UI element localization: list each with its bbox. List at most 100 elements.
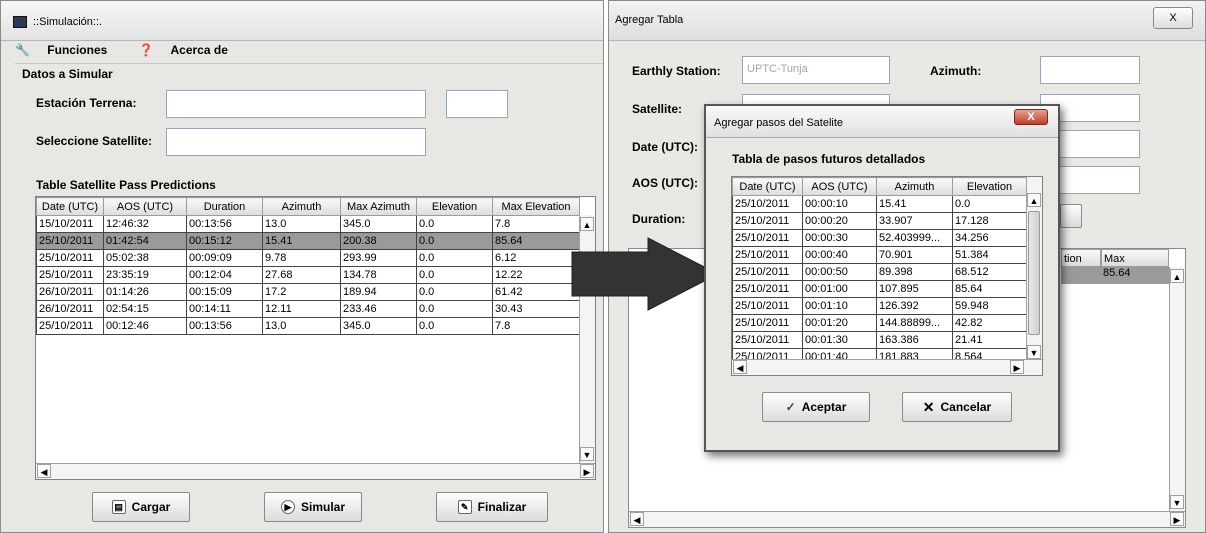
satellite-label: Seleccione Satellite:: [36, 134, 153, 148]
table-row[interactable]: 26/10/2011 01:14:26 00:15:09 17.2 189.94 0.0 6…: [36, 283, 580, 301]
station-code-field[interactable]: [446, 90, 508, 118]
column-header[interactable]: Elevation: [416, 197, 493, 216]
column-header[interactable]: AOS (UTC): [103, 197, 187, 216]
column-header[interactable]: Date (UTC): [732, 177, 803, 196]
table-cell: 15.41: [262, 232, 341, 250]
side-button[interactable]: [1060, 204, 1082, 228]
table-cell: 9.78: [262, 249, 341, 267]
satellite-label-right: Satellite:: [632, 102, 683, 116]
scroll-right-icon[interactable]: ▶: [580, 464, 594, 478]
table-cell: 12.22: [492, 266, 580, 284]
table-row[interactable]: 26/10/2011 02:54:15 00:14:11 12.11 233.46 0.0…: [36, 300, 580, 318]
table-row[interactable]: 25/10/2011 00:01:10 126.392 59.948: [732, 297, 1027, 315]
scroll-left-icon[interactable]: ◀: [630, 512, 644, 526]
table-cell: 00:14:11: [186, 300, 263, 318]
simular-button[interactable]: ▶ Simular: [264, 492, 362, 522]
table-cell: 00:15:09: [186, 283, 263, 301]
table-cell: 61.42: [492, 283, 580, 301]
column-header[interactable]: Duration: [186, 197, 263, 216]
scroll-left-icon[interactable]: ◀: [733, 360, 747, 374]
column-header[interactable]: Azimuth: [876, 177, 953, 196]
close-icon[interactable]: X: [1014, 109, 1048, 125]
horizontal-scrollbar[interactable]: ◀ ▶: [629, 511, 1185, 527]
aceptar-button[interactable]: ✓ Aceptar: [762, 392, 870, 422]
table-row[interactable]: 25/10/2011 23:35:19 00:12:04 27.68 134.78 0.0…: [36, 266, 580, 284]
table-cell: 0.0: [416, 215, 493, 233]
horizontal-scrollbar[interactable]: ◀ ▶: [732, 359, 1042, 375]
table-cell: 0.0: [416, 283, 493, 301]
pass-predictions-table[interactable]: Date (UTC) AOS (UTC) Duration Azimuth Max Az…: [35, 196, 596, 480]
scroll-up-icon[interactable]: ▲: [1027, 193, 1041, 207]
table-row[interactable]: 25/10/2011 00:00:10 15.41 0.0: [732, 195, 1027, 213]
table-cell: 189.94: [340, 283, 417, 301]
play-icon: ▶: [280, 500, 295, 514]
table-cell: 00:00:30: [802, 229, 877, 247]
flow-arrow-icon: [571, 237, 720, 311]
table-cell: 05:02:38: [103, 249, 187, 267]
satellite-field[interactable]: [166, 128, 426, 156]
table-cell: 85.64: [952, 280, 1027, 298]
vertical-scrollbar[interactable]: ▲ ▼: [1169, 267, 1185, 511]
earthly-station-field[interactable]: UPTC-Tunja: [742, 56, 890, 84]
scroll-left-icon[interactable]: ◀: [37, 464, 51, 478]
date-label: Date (UTC):: [632, 140, 698, 154]
table-cell: 7.8: [492, 215, 580, 233]
table-cell: 42.82: [952, 314, 1027, 332]
table-cell: 68.512: [952, 263, 1027, 281]
table-row[interactable]: 25/10/2011 00:00:20 33.907 17.128: [732, 212, 1027, 230]
column-header[interactable]: Elevation: [952, 177, 1027, 196]
finalizar-button[interactable]: ✎ Finalizar: [436, 492, 548, 522]
column-header[interactable]: AOS (UTC): [802, 177, 877, 196]
cross-icon: ✕: [922, 398, 935, 415]
cancelar-button[interactable]: ✕ Cancelar: [902, 392, 1012, 422]
table-row[interactable]: 25/10/2011 00:00:50 89.398 68.512: [732, 263, 1027, 281]
scroll-up-icon[interactable]: ▲: [1170, 269, 1184, 283]
column-header[interactable]: Azimuth: [262, 197, 341, 216]
table-row[interactable]: 15/10/2011 12:46:32 00:13:56 13.0 345.0 0.0 7.…: [36, 215, 580, 233]
table-cell: 00:09:09: [186, 249, 263, 267]
vertical-scrollbar[interactable]: ▲ ▼: [1026, 177, 1042, 361]
table-row[interactable]: 25/10/2011 05:02:38 00:09:09 9.78 293.99 0.0 6…: [36, 249, 580, 267]
scroll-down-icon[interactable]: ▼: [1027, 345, 1041, 359]
cargar-button[interactable]: ▤ Cargar: [92, 492, 190, 522]
table-row[interactable]: 25/10/2011 01:42:54 00:15:12 15.41 200.38 0.0…: [36, 232, 580, 250]
table-cell: 0.0: [952, 195, 1027, 213]
table-row[interactable]: 25/10/2011 00:01:20 144.88899... 42.82: [732, 314, 1027, 332]
azimuth-field[interactable]: [1040, 56, 1140, 84]
table-cell: 51.384: [952, 246, 1027, 264]
table-cell: 85.64: [492, 232, 580, 250]
table-row[interactable]: 25/10/2011 00:01:00 107.895 85.64: [732, 280, 1027, 298]
table-cell: 00:01:20: [802, 314, 877, 332]
scroll-down-icon[interactable]: ▼: [1170, 495, 1184, 509]
menu-acerca[interactable]: ❓ Acerca de: [139, 43, 242, 57]
column-header[interactable]: Max Azimuth: [340, 197, 417, 216]
scroll-right-icon[interactable]: ▶: [1010, 360, 1024, 374]
table-row[interactable]: 25/10/2011 00:01:30 163.386 21.41: [732, 331, 1027, 349]
scroll-right-icon[interactable]: ▶: [1170, 512, 1184, 526]
window-title: ::Simulación::.: [33, 16, 103, 28]
clipboard-icon: ▤: [111, 500, 126, 514]
table-cell: 0.0: [416, 266, 493, 284]
close-icon[interactable]: X: [1153, 7, 1193, 29]
table-cell: 00:00:50: [802, 263, 877, 281]
table-cell: 25/10/2011: [36, 232, 104, 250]
table-row[interactable]: 25/10/2011 00:12:46 00:13:56 13.0 345.0 0.0 7.…: [36, 317, 580, 335]
menu-funciones[interactable]: 🔧 Funciones: [15, 43, 121, 57]
column-header[interactable]: Max Elevation: [492, 197, 580, 216]
table-cell: 107.895: [876, 280, 953, 298]
table-cell: 25/10/2011: [732, 331, 803, 349]
table-row[interactable]: 25/10/2011 00:00:40 70.901 51.384: [732, 246, 1027, 264]
scroll-up-icon[interactable]: ▲: [580, 217, 594, 231]
detailed-passes-table[interactable]: Date (UTC) AOS (UTC) Azimuth Elevation 25/1…: [731, 176, 1043, 376]
scroll-down-icon[interactable]: ▼: [580, 447, 594, 461]
table-cell: 02:54:15: [103, 300, 187, 318]
table-cell: 00:13:56: [186, 317, 263, 335]
table-cell: 30.43: [492, 300, 580, 318]
station-field[interactable]: [166, 90, 426, 118]
column-header[interactable]: Date (UTC): [36, 197, 104, 216]
table-cell: 89.398: [876, 263, 953, 281]
table-row[interactable]: 25/10/2011 00:00:30 52.403999... 34.256: [732, 229, 1027, 247]
table-cell: 7.8: [492, 317, 580, 335]
scroll-thumb[interactable]: [1028, 211, 1040, 335]
horizontal-scrollbar[interactable]: ◀ ▶: [36, 463, 595, 479]
